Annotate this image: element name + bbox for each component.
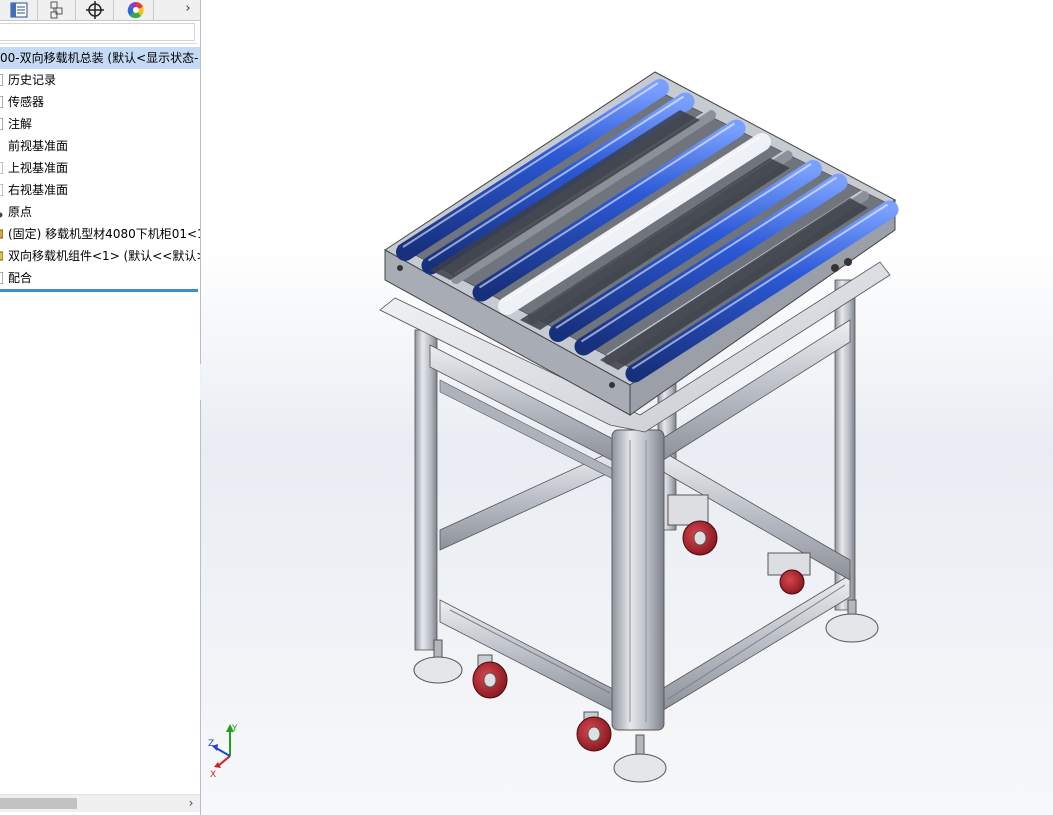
mates-icon [0,272,3,284]
tree-item-label: 配合 [8,271,33,285]
tree-item-label: (固定) 移载机型材4080下机柜01<1 [8,227,200,241]
property-icon [50,1,63,19]
tree-item-history[interactable]: 历史记录 [0,69,200,91]
origin-icon [0,212,3,218]
tree-item-label: 原点 [8,205,33,219]
tree-item-front-plane[interactable]: 前视基准面 [0,135,200,157]
tree-item-sensors[interactable]: 传感器 [0,91,200,113]
graphics-viewport[interactable]: Y Z X [201,0,1053,815]
propertymanager-tab[interactable] [38,0,76,20]
x-axis-icon [217,755,231,767]
tree-item-label: 传感器 [8,95,45,109]
horizontal-scrollbar[interactable]: › [0,794,200,812]
featuremanager-tab[interactable] [0,0,38,20]
tree-rollback-bar[interactable] [0,289,198,292]
assembly-icon [0,251,3,261]
plane-icon [0,184,3,196]
featuremanager-tab-bar: › [0,0,200,21]
transfer-cart-model[interactable] [201,0,1053,815]
caster-front-left [472,654,508,699]
z-axis-icon [215,747,231,757]
tree-item-label: 双向移载机组件<1> (默认<<默认> [8,249,200,263]
color-wheel-icon [127,1,144,19]
caster-back [667,494,718,556]
tree-root-assembly[interactable]: 00-双向移载机总装 (默认<显示状态- [0,47,200,69]
tree-item-label: 注解 [8,117,33,131]
crosshair-icon [86,1,104,19]
sensor-icon [0,96,3,108]
tree-item-annotations[interactable]: 注解 [0,113,200,135]
tree-filter-row [0,21,197,44]
leveling-foot-front [613,734,667,783]
triad-z-label: Z [208,739,214,749]
tree-item-right-plane[interactable]: 右视基准面 [0,179,200,201]
tree-item-label: 上视基准面 [8,161,69,175]
tree-filter-input[interactable] [0,23,195,41]
plane-icon [0,162,3,174]
annotation-icon [0,118,3,130]
triad-x-label: X [210,770,216,780]
tree-item-fixed-part[interactable]: (固定) 移载机型材4080下机柜01<1 [0,223,200,245]
front-corner-leg [611,429,665,731]
tree-item-mates[interactable]: 配合 [0,267,200,289]
orientation-triad: Y Z X [208,724,238,780]
tree-item-top-plane[interactable]: 上视基准面 [0,157,200,179]
tree-list-icon [10,2,28,18]
tree-item-label: 历史记录 [8,73,57,87]
configurationmanager-tab[interactable] [76,0,114,20]
tree-item-label: 右视基准面 [8,183,69,197]
scrollbar-thumb[interactable] [0,798,77,809]
tree-item-label: 前视基准面 [8,139,69,153]
history-icon [0,74,3,86]
part-icon [0,229,3,239]
rear-left-leg [414,329,438,651]
scroll-right-arrow[interactable]: › [184,795,198,812]
feature-tree: 00-双向移载机总装 (默认<显示状态- 历史记录 传感器 注解 前视基准面 上… [0,47,200,289]
tree-root-label: 00-双向移载机总装 (默认<显示状态- [0,51,199,65]
tree-item-origin[interactable]: 原点 [0,201,200,223]
featuremanager-panel: › 00-双向移载机总装 (默认<显示状态- 历史记录 传感器 注解 前视基准面… [0,0,201,815]
more-tabs-arrow[interactable]: › [178,0,198,20]
caster-right [767,552,811,595]
appearance-tab[interactable] [114,0,154,20]
tree-item-subassembly[interactable]: 双向移载机组件<1> (默认<<默认> [0,245,200,267]
triad-y-label: Y [231,724,238,734]
caster-front-center [576,711,612,752]
